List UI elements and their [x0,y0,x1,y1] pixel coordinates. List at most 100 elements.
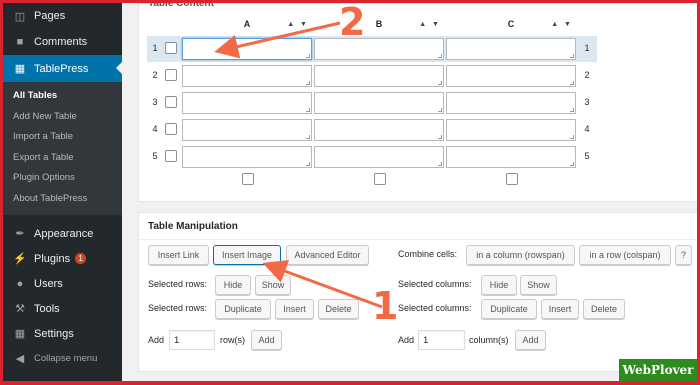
table-editor-grid: A ▲ ▼ B ▲ ▼ C ▲ ▼ 1 2 3 4 5 1 2 3 4 5 [147,12,597,170]
annotation-number-2: 2 [339,0,366,44]
menu-label: Users [34,277,63,290]
users-icon: ● [16,277,24,290]
row-select-checkbox[interactable] [165,42,177,54]
menu-item-appearance[interactable]: ✒ Appearance [3,221,122,246]
table-cell-c1[interactable] [446,38,576,60]
row-select-checkbox[interactable] [165,123,177,135]
admin-sidebar: ◫ Pages ■ Comments ▦ TablePress All Tabl… [3,3,122,381]
add-columns-count-input[interactable]: 1 [418,330,465,350]
table-cell-a3[interactable] [182,92,312,114]
submenu-plugin-options[interactable]: Plugin Options [3,168,122,189]
table-cell-b5[interactable] [314,146,444,168]
submenu-import-table[interactable]: Import a Table [3,127,122,148]
table-content-title: Table Content [148,0,214,9]
menu-item-plugins[interactable]: ⚡ Plugins 1 [3,246,122,271]
table-cell-c2[interactable] [446,65,576,87]
selected-rows-label: Selected rows: [148,303,208,313]
appearance-icon: ✒ [15,228,25,240]
plugins-icon: ⚡ [13,253,27,265]
submenu-about[interactable]: About TablePress [3,189,122,210]
row-number: 1 [584,43,590,53]
row-select-checkbox[interactable] [165,96,177,108]
row-number: 2 [152,70,158,80]
collapse-menu-button[interactable]: ◀ Collapse menu [3,346,122,371]
menu-item-tablepress[interactable]: ▦ TablePress [3,55,122,82]
column-select-checkbox[interactable] [374,173,386,185]
selected-columns-label: Selected columns: [398,279,472,289]
menu-item-settings[interactable]: ▦ Settings [3,321,122,346]
annotation-number-1: 1 [372,284,399,328]
combine-colspan-button[interactable]: in a row (colspan) [579,245,671,265]
add-rows-button[interactable]: Add [251,330,282,350]
table-cell-a1[interactable] [182,38,312,60]
submenu-export-table[interactable]: Export a Table [3,148,122,169]
duplicate-rows-button[interactable]: Duplicate [215,299,271,319]
menu-label: Pages [34,10,66,22]
table-cell-b3[interactable] [314,92,444,114]
table-cell-c3[interactable] [446,92,576,114]
column-letter: B [375,19,383,29]
table-cell-a4[interactable] [182,119,312,141]
row-select-checkbox[interactable] [165,69,177,81]
add-columns-button[interactable]: Add [515,330,546,350]
menu-item-tools[interactable]: ⚒ Tools [3,296,122,321]
insert-columns-button[interactable]: Insert [541,299,579,319]
column-select-checkbox[interactable] [242,173,254,185]
hide-columns-button[interactable]: Hide [481,275,517,295]
insert-rows-button[interactable]: Insert [275,299,314,319]
show-rows-button[interactable]: Show [255,275,291,295]
delete-columns-button[interactable]: Delete [583,299,625,319]
table-cell-a2[interactable] [182,65,312,87]
tablepress-icon: ▦ [14,63,26,75]
column-letter: A [243,19,251,29]
menu-label: TablePress [34,62,89,75]
collapse-icon: ◀ [15,353,25,365]
column-letter: C [507,19,515,29]
row-number: 4 [584,124,590,134]
column-header-b[interactable]: B ▲ ▼ [313,12,445,36]
settings-icon: ▦ [14,328,26,340]
menu-label: Comments [34,35,88,48]
table-cell-b4[interactable] [314,119,444,141]
tools-icon: ⚒ [15,303,25,315]
columns-suffix-label: column(s) [469,335,509,345]
add-rows-count-input[interactable]: 1 [169,330,215,350]
menu-label: Plugins [34,252,71,265]
panel-divider [139,239,697,240]
sort-arrows-icon[interactable]: ▲ ▼ [551,21,573,28]
menu-item-users[interactable]: ● Users [3,271,122,296]
insert-image-button[interactable]: Insert Image [213,245,281,265]
insert-link-button[interactable]: Insert Link [148,245,209,265]
submenu-add-new-table[interactable]: Add New Table [3,107,122,128]
sort-arrows-icon[interactable]: ▲ ▼ [419,21,441,28]
comments-icon: ■ [16,35,24,48]
table-cell-c4[interactable] [446,119,576,141]
advanced-editor-button[interactable]: Advanced Editor [286,245,369,265]
update-count-badge: 1 [75,253,87,264]
duplicate-columns-button[interactable]: Duplicate [481,299,537,319]
webplover-watermark: WebPlover [619,359,697,381]
menu-item-comments[interactable]: ■ Comments [3,29,122,54]
column-header-a[interactable]: A ▲ ▼ [181,12,313,36]
selected-columns-label: Selected columns: [398,303,472,313]
row-number: 4 [152,124,158,134]
table-cell-c5[interactable] [446,146,576,168]
table-cell-b1[interactable] [314,38,444,60]
menu-item-pages[interactable]: ◫ Pages [3,3,122,29]
add-rows-label: Add [148,335,165,345]
show-columns-button[interactable]: Show [520,275,557,295]
table-cell-b2[interactable] [314,65,444,87]
rows-suffix-label: row(s) [220,335,245,345]
submenu-all-tables[interactable]: All Tables [3,86,122,107]
hide-rows-button[interactable]: Hide [215,275,251,295]
column-header-c[interactable]: C ▲ ▼ [445,12,577,36]
help-button[interactable]: ? [675,245,692,265]
sort-arrows-icon[interactable]: ▲ ▼ [287,21,309,28]
combine-rowspan-button[interactable]: in a column (rowspan) [466,245,575,265]
table-cell-a5[interactable] [182,146,312,168]
delete-rows-button[interactable]: Delete [318,299,359,319]
row-number: 1 [152,43,158,53]
row-select-checkbox[interactable] [165,150,177,162]
combine-cells-label: Combine cells: [398,249,458,259]
column-select-checkbox[interactable] [506,173,518,185]
